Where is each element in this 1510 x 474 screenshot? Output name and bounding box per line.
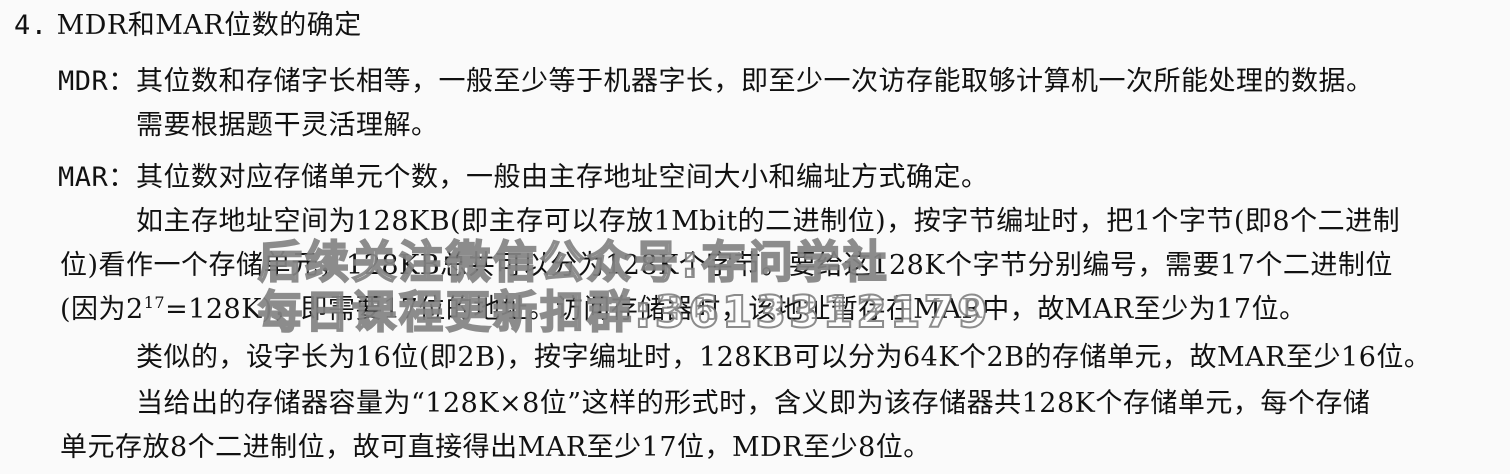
- mar-example-line-3-post: =128K)，即需要17位的地址。访问存储器时，该地址暂存在MAR中，故MAR至…: [165, 294, 1307, 325]
- exponent-superscript: 17: [143, 293, 166, 312]
- mdr-term: MDR：: [58, 66, 136, 97]
- mar-example-line-3-pre: (因为2: [60, 294, 144, 325]
- section-number: 4.: [14, 10, 48, 41]
- mdr-description-line-2: 需要根据题干灵活理解。: [136, 110, 439, 141]
- mar-example-line-1: 如主存地址空间为128KB(即主存可以存放1Mbit的二进制位)，按字节编址时，…: [136, 206, 1401, 237]
- section-heading: 4. MDR和MAR位数的确定: [14, 8, 362, 44]
- mar-term: MAR：: [58, 162, 136, 193]
- mar-example-line-3: (因为217=128K)，即需要17位的地址。访问存储器时，该地址暂存在MAR中…: [60, 292, 1307, 328]
- mar-word-addressing-paragraph: 类似的，设字长为16位(即2B)，按字编址时，128KB可以分为64K个2B的存…: [136, 342, 1432, 373]
- mar-example-line-2: 位)看作一个存储单元，128KB总共可以分为128K个字节。要给这128K个字节…: [60, 250, 1393, 281]
- mdr-description-line-1: 其位数和存储字长相等，一般至少等于机器字长，即至少一次访存能取够计算机一次所能处…: [136, 66, 1374, 97]
- mar-description-line-1: 其位数对应存储单元个数，一般由主存地址空间大小和编址方式确定。: [136, 162, 989, 193]
- capacity-notation-line-1: 当给出的存储器容量为“128K×8位”这样的形式时，含义即为该存储器共128K个…: [136, 388, 1371, 419]
- capacity-notation-line-2: 单元存放8个二进制位，故可直接得出MAR至少17位，MDR至少8位。: [60, 432, 931, 463]
- document-page: 4. MDR和MAR位数的确定 MDR： 其位数和存储字长相等，一般至少等于机器…: [0, 0, 1510, 474]
- section-title: MDR和MAR位数的确定: [56, 10, 362, 41]
